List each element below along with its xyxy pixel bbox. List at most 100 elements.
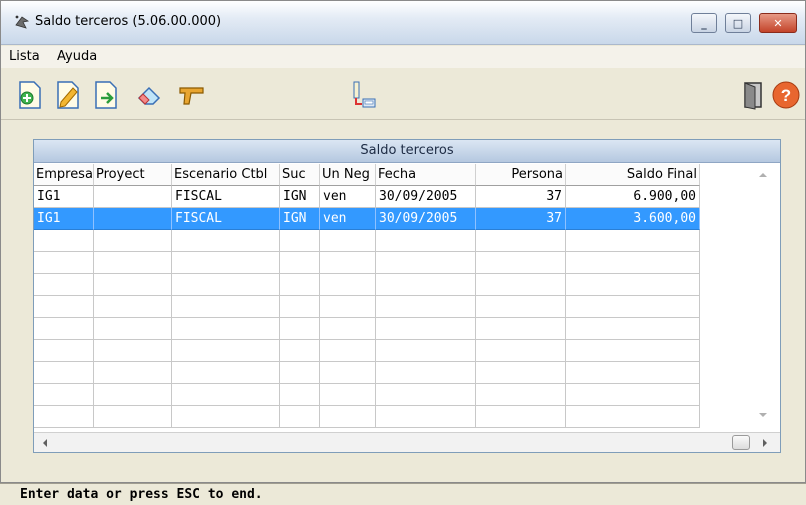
grid-empty-cell[interactable] (172, 318, 280, 340)
grid-empty-cell[interactable] (566, 362, 700, 384)
grid-empty-cell[interactable] (320, 296, 376, 318)
data-grid[interactable]: Saldo terceros Empresa Proyect Escenario… (33, 139, 781, 453)
grid-empty-cell[interactable] (320, 384, 376, 406)
grid-empty-cell[interactable] (566, 252, 700, 274)
gun-icon[interactable] (177, 80, 207, 110)
printer-icon[interactable] (349, 80, 379, 110)
grid-empty-cell[interactable] (476, 406, 566, 428)
grid-cell[interactable] (94, 186, 172, 208)
grid-empty-cell[interactable] (94, 296, 172, 318)
grid-empty-cell[interactable] (172, 296, 280, 318)
grid-empty-cell[interactable] (172, 406, 280, 428)
horizontal-scrollbar[interactable] (34, 432, 780, 452)
grid-empty-cell[interactable] (566, 230, 700, 252)
grid-empty-cell[interactable] (376, 406, 476, 428)
grid-empty-cell[interactable] (566, 384, 700, 406)
grid-empty-cell[interactable] (476, 362, 566, 384)
scroll-right-icon[interactable] (760, 437, 770, 449)
grid-empty-cell[interactable] (94, 230, 172, 252)
grid-empty-cell[interactable] (376, 384, 476, 406)
grid-empty-cell[interactable] (376, 340, 476, 362)
grid-empty-cell[interactable] (566, 340, 700, 362)
grid-empty-cell[interactable] (376, 274, 476, 296)
grid-cell[interactable]: 37 (476, 186, 566, 208)
grid-cell[interactable]: FISCAL (172, 186, 280, 208)
help-icon[interactable]: ? (771, 80, 801, 110)
grid-empty-cell[interactable] (566, 318, 700, 340)
grid-cell[interactable]: ven (320, 186, 376, 208)
eraser-icon[interactable] (135, 80, 165, 110)
grid-empty-cell[interactable] (94, 318, 172, 340)
grid-empty-cell[interactable] (34, 318, 94, 340)
scroll-thumb[interactable] (732, 435, 750, 450)
close-button[interactable]: ✕ (759, 13, 797, 33)
maximize-button[interactable]: □ (725, 13, 751, 33)
grid-empty-cell[interactable] (320, 406, 376, 428)
grid-cell[interactable]: FISCAL (172, 208, 280, 230)
grid-empty-cell[interactable] (34, 230, 94, 252)
col-header-escenario[interactable]: Escenario Ctbl (172, 164, 280, 186)
grid-cell[interactable]: IG1 (34, 186, 94, 208)
grid-empty-cell[interactable] (172, 340, 280, 362)
grid-empty-cell[interactable] (172, 274, 280, 296)
col-header-empresa[interactable]: Empresa (34, 164, 94, 186)
col-header-saldo-final[interactable]: Saldo Final (566, 164, 700, 186)
grid-empty-cell[interactable] (94, 274, 172, 296)
add-page-icon[interactable] (15, 80, 45, 110)
grid-cell[interactable]: IGN (280, 186, 320, 208)
grid-empty-cell[interactable] (172, 384, 280, 406)
grid-cell[interactable]: IGN (280, 208, 320, 230)
col-header-un-neg[interactable]: Un Neg (320, 164, 376, 186)
grid-empty-cell[interactable] (476, 384, 566, 406)
grid-empty-cell[interactable] (280, 362, 320, 384)
grid-empty-cell[interactable] (34, 340, 94, 362)
grid-empty-cell[interactable] (172, 230, 280, 252)
grid-empty-cell[interactable] (476, 252, 566, 274)
menu-ayuda[interactable]: Ayuda (57, 49, 97, 64)
grid-empty-cell[interactable] (94, 362, 172, 384)
grid-empty-cell[interactable] (280, 406, 320, 428)
grid-empty-cell[interactable] (34, 252, 94, 274)
grid-empty-cell[interactable] (476, 296, 566, 318)
grid-empty-cell[interactable] (320, 230, 376, 252)
grid-empty-cell[interactable] (566, 406, 700, 428)
grid-empty-cell[interactable] (34, 296, 94, 318)
grid-empty-cell[interactable] (320, 252, 376, 274)
title-bar[interactable]: Saldo terceros (5.06.00.000) _ □ ✕ (1, 1, 805, 45)
grid-empty-cell[interactable] (376, 230, 476, 252)
grid-cell[interactable]: 30/09/2005 (376, 186, 476, 208)
scroll-left-icon[interactable] (40, 437, 50, 449)
grid-empty-cell[interactable] (476, 340, 566, 362)
grid-empty-cell[interactable] (320, 362, 376, 384)
grid-empty-cell[interactable] (376, 318, 476, 340)
grid-empty-cell[interactable] (376, 252, 476, 274)
grid-empty-cell[interactable] (280, 296, 320, 318)
grid-empty-cell[interactable] (280, 340, 320, 362)
grid-cell[interactable]: 30/09/2005 (376, 208, 476, 230)
grid-empty-cell[interactable] (34, 406, 94, 428)
grid-empty-cell[interactable] (94, 406, 172, 428)
grid-cell[interactable]: ven (320, 208, 376, 230)
grid-cell[interactable]: 3.600,00 (566, 208, 700, 230)
grid-empty-cell[interactable] (94, 252, 172, 274)
col-header-fecha[interactable]: Fecha (376, 164, 476, 186)
grid-empty-cell[interactable] (320, 274, 376, 296)
grid-cell[interactable]: IG1 (34, 208, 94, 230)
minimize-button[interactable]: _ (691, 13, 717, 33)
grid-empty-cell[interactable] (172, 362, 280, 384)
menu-lista[interactable]: Lista (9, 49, 40, 64)
grid-empty-cell[interactable] (34, 274, 94, 296)
scroll-down-icon[interactable] (756, 410, 770, 420)
exit-door-icon[interactable] (739, 80, 769, 110)
grid-empty-cell[interactable] (280, 274, 320, 296)
grid-empty-cell[interactable] (94, 384, 172, 406)
grid-empty-cell[interactable] (566, 274, 700, 296)
grid-empty-cell[interactable] (376, 296, 476, 318)
export-page-icon[interactable] (91, 80, 121, 110)
scroll-up-icon[interactable] (756, 170, 770, 180)
vertical-scrollbar[interactable] (700, 164, 780, 452)
edit-page-icon[interactable] (53, 80, 83, 110)
grid-empty-cell[interactable] (94, 340, 172, 362)
grid-empty-cell[interactable] (376, 362, 476, 384)
grid-empty-cell[interactable] (280, 384, 320, 406)
